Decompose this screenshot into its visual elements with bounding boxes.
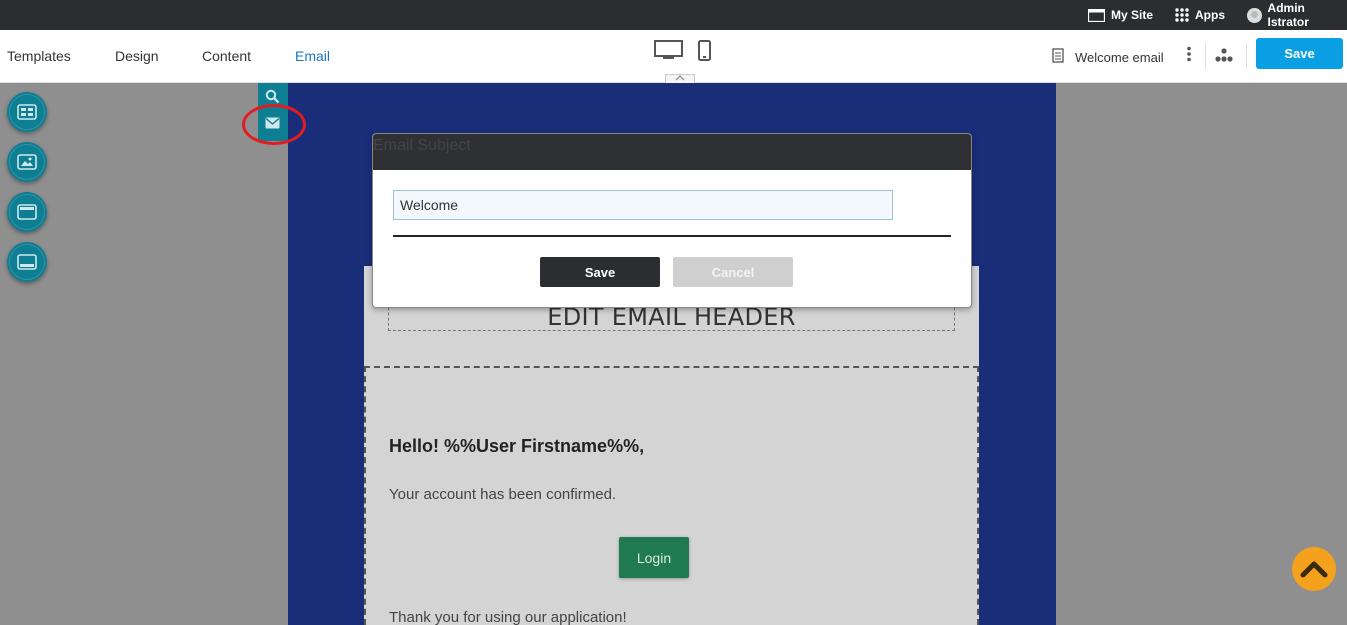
browser-window-icon	[1088, 8, 1105, 22]
nav-email[interactable]: Email	[295, 48, 330, 64]
email-subject-dialog: Email Subject Save Cancel	[372, 133, 972, 308]
image-block-button[interactable]	[7, 142, 47, 182]
my-site-link[interactable]: My Site	[1088, 0, 1153, 30]
user-name: Admin Istrator	[1267, 1, 1309, 29]
dialog-title: Email Subject	[373, 134, 971, 170]
mobile-icon[interactable]	[698, 40, 711, 61]
email-greeting: Hello! %%User Firstname%%,	[389, 436, 645, 456]
apps-dots-icon[interactable]	[1214, 48, 1234, 63]
divider	[1246, 43, 1247, 69]
header-block-icon	[17, 204, 37, 220]
email-confirmation-text: Your account has been confirmed.	[389, 486, 617, 503]
nav-design[interactable]: Design	[115, 48, 159, 64]
save-button[interactable]: Save	[1256, 38, 1343, 69]
admin-bar: My Site Apps Admin Istrator	[0, 0, 1347, 30]
apps-label: Apps	[1195, 8, 1225, 22]
search-icon[interactable]	[265, 89, 280, 104]
more-options-icon[interactable]	[1183, 46, 1195, 62]
layout-blocks-icon	[17, 104, 37, 120]
avatar	[1247, 7, 1262, 23]
email-subject-input[interactable]	[393, 190, 893, 220]
blocks-button[interactable]	[7, 92, 47, 132]
chevron-up-icon	[675, 75, 685, 81]
document-title: Welcome email	[1075, 50, 1164, 65]
chevron-up-icon	[1300, 561, 1328, 578]
dialog-cancel-button[interactable]: Cancel	[673, 257, 793, 287]
document-icon	[1052, 48, 1064, 63]
apps-link[interactable]: Apps	[1175, 0, 1225, 30]
header-block-button[interactable]	[7, 192, 47, 232]
highlight-annotation	[242, 104, 306, 145]
nav-templates[interactable]: Templates	[7, 48, 71, 64]
dialog-save-button[interactable]: Save	[540, 257, 660, 287]
footer-block-button[interactable]	[7, 242, 47, 282]
my-site-label: My Site	[1111, 8, 1154, 22]
footer-block-icon	[17, 254, 37, 270]
divider	[1205, 43, 1206, 69]
login-button[interactable]: Login	[619, 537, 689, 578]
dialog-divider	[393, 235, 951, 237]
nav-content[interactable]: Content	[202, 48, 251, 64]
apps-grid-icon	[1175, 8, 1189, 22]
user-menu[interactable]: Admin Istrator	[1247, 0, 1347, 30]
scroll-to-top-button[interactable]	[1292, 547, 1336, 591]
image-block-icon	[17, 154, 37, 170]
desktop-icon[interactable]	[654, 40, 683, 60]
email-thanks-text: Thank you for using our application!	[389, 609, 627, 625]
